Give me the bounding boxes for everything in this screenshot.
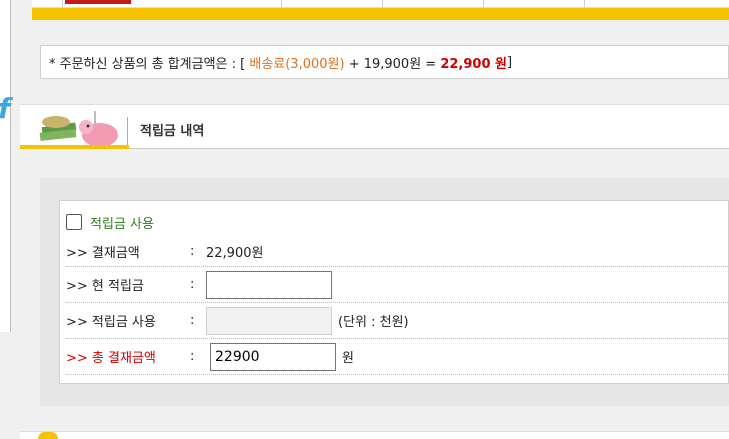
total-payment-unit: 원 <box>342 351 354 366</box>
points-use-field[interactable] <box>206 306 332 335</box>
total-payment-field[interactable] <box>210 342 336 371</box>
left-side-panel: f <box>0 0 11 332</box>
partial-logo-icon: f <box>0 92 10 125</box>
payment-amount-label: >> 결재금액 <box>66 246 140 261</box>
top-yellow-bar <box>32 0 729 20</box>
points-unit-note: (단위 : 천원) <box>338 315 409 330</box>
points-form: 적립금 사용 >> 결재금액 : 22,900원 >> 현 적립금 : >> 적… <box>59 200 729 384</box>
total-payment-row: >> 총 결재금액 : 원 <box>66 339 729 375</box>
shipping-fee: 배송료(3,000원) <box>249 56 345 72</box>
use-points-row: 적립금 사용 <box>66 207 729 237</box>
piggy-bank-money-icon <box>39 111 118 147</box>
product-thumbnail[interactable] <box>65 0 131 4</box>
points-use-label: >> 적립금 사용 <box>66 315 156 330</box>
use-points-checkbox[interactable] <box>66 214 82 230</box>
summary-prefix: * 주문하신 상품의 총 합계금액은 : [ <box>49 56 250 72</box>
total-payment-label: >> 총 결재금액 <box>66 351 156 366</box>
summary-suffix: ] <box>506 54 513 70</box>
current-points-label: >> 현 적립금 <box>66 279 144 294</box>
payment-amount-row: >> 결재금액 : 22,900원 <box>66 237 729 267</box>
points-use-row: >> 적립금 사용 : (단위 : 천원) <box>66 303 729 339</box>
payment-amount-value: 22,900원 <box>206 246 264 261</box>
order-total-summary: * 주문하신 상품의 총 합계금액은 : [ 배송료(3,000원) + 19,… <box>40 45 729 79</box>
order-total-amount: 22,900 원 <box>440 56 507 72</box>
current-points-field[interactable] <box>206 270 332 299</box>
use-points-checkbox-label[interactable]: 적립금 사용 <box>90 213 154 232</box>
top-table-row <box>32 0 729 8</box>
summary-middle: + 19,900원 = <box>344 56 441 72</box>
points-section-header: 적립금 내역 <box>20 104 729 149</box>
current-points-row: >> 현 적립금 : <box>66 267 729 303</box>
section-title: 적립금 내역 <box>140 124 205 139</box>
points-panel: 적립금 사용 >> 결재금액 : 22,900원 >> 현 적립금 : >> 적… <box>40 178 729 406</box>
main-content: * 주문하신 상품의 총 합계금액은 : [ 배송료(3,000원) + 19,… <box>20 0 729 439</box>
